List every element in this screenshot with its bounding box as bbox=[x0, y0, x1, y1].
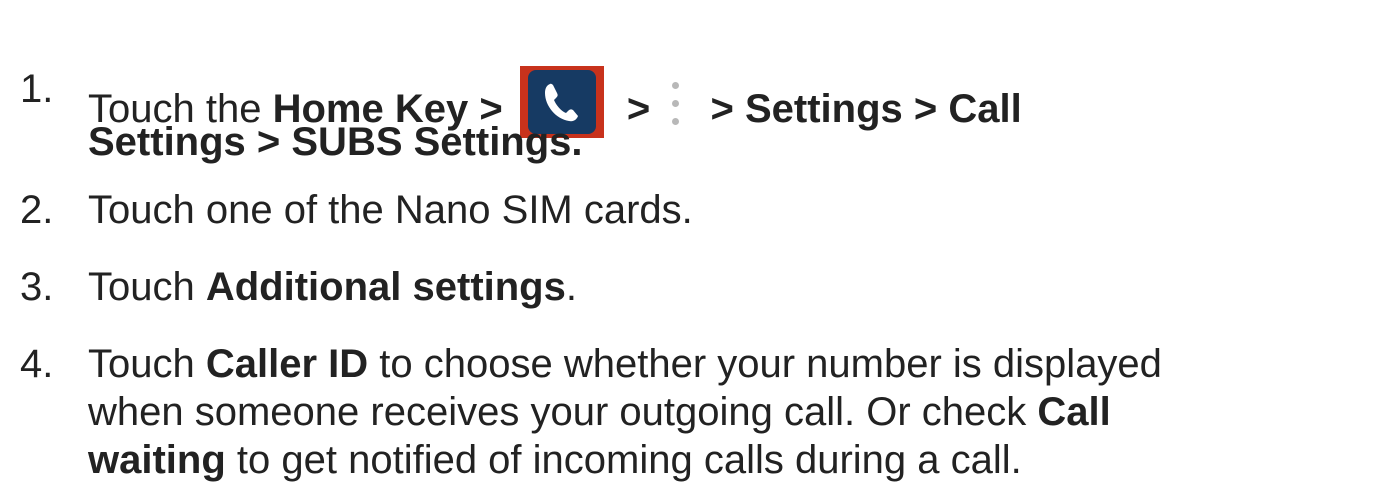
step-text-tail: to get notified of incoming calls during… bbox=[225, 438, 1022, 482]
step-number: 4. bbox=[20, 342, 54, 386]
separator: > bbox=[902, 87, 949, 131]
step-text-line-1: Touch Caller ID to choose whether your n… bbox=[88, 341, 1162, 387]
caller-id-label: Caller ID bbox=[205, 342, 369, 386]
step-number: 1. bbox=[20, 67, 54, 111]
call-label: Call bbox=[1037, 390, 1111, 434]
separator: > bbox=[615, 87, 662, 131]
step-text-lead: Touch bbox=[88, 342, 206, 386]
step-text-tail: to choose whether your number is display… bbox=[368, 342, 1162, 386]
settings-label: Settings bbox=[744, 87, 903, 131]
waiting-label: waiting bbox=[88, 438, 226, 482]
step-text-tail: . bbox=[565, 265, 577, 309]
step-text-continued: Settings > SUBS Settings. bbox=[88, 119, 583, 165]
step-number: 2. bbox=[20, 188, 54, 232]
call-label: Call bbox=[948, 87, 1022, 131]
step-text-lead: Touch bbox=[88, 265, 206, 309]
step-text-line-2: when someone receives your outgoing call… bbox=[88, 389, 1111, 435]
additional-settings-label: Additional settings bbox=[205, 265, 566, 309]
more-options-icon bbox=[663, 76, 689, 132]
step-text-lead: when someone receives your outgoing call… bbox=[88, 390, 1038, 434]
step-text-line-3: waiting to get notified of incoming call… bbox=[88, 437, 1022, 483]
subs-settings-path: Settings > SUBS Settings. bbox=[88, 120, 583, 164]
step-text: Touch one of the Nano SIM cards. bbox=[88, 187, 693, 233]
separator: > bbox=[699, 87, 745, 131]
step-number: 3. bbox=[20, 265, 54, 309]
step-text: Touch Additional settings. bbox=[88, 264, 577, 310]
step-text-plain: Touch one of the Nano SIM cards. bbox=[88, 188, 693, 232]
